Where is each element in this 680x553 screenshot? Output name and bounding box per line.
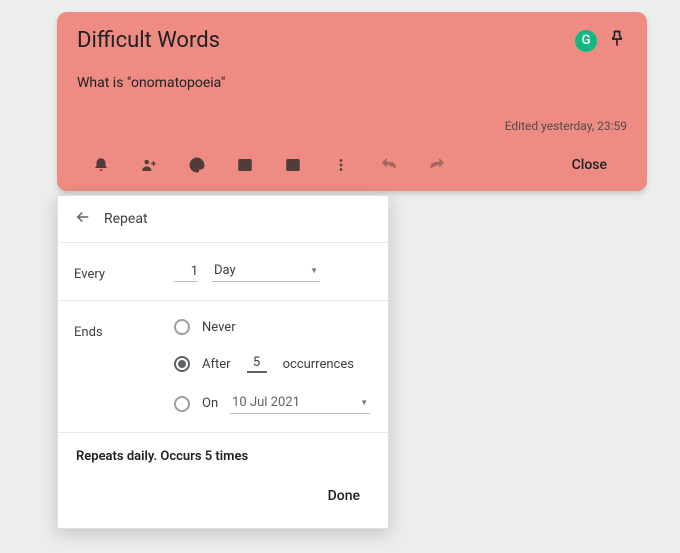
repeat-summary: Repeats daily. Occurs 5 times [58, 433, 388, 472]
every-value-input[interactable] [174, 262, 198, 282]
never-label: Never [202, 320, 236, 335]
popup-header: Repeat [58, 196, 388, 243]
edited-timestamp: Edited yesterday, 23:59 [77, 119, 627, 133]
on-date-select[interactable]: 10 Jul 2021 ▼ [230, 393, 370, 414]
ends-on-option[interactable]: On 10 Jul 2021 ▼ [174, 393, 372, 414]
ends-section: Ends Never After occurrences On 10 Jul 2… [58, 301, 388, 433]
archive-icon[interactable] [269, 147, 317, 183]
radio-after[interactable] [174, 356, 190, 372]
collaborator-icon[interactable] [125, 147, 173, 183]
note-card: Difficult Words G What is "onomatopoeia"… [57, 12, 647, 191]
after-count-input[interactable] [247, 355, 267, 373]
ends-after-option[interactable]: After occurrences [174, 355, 372, 373]
image-icon[interactable] [221, 147, 269, 183]
more-icon[interactable] [317, 147, 365, 183]
note-header: Difficult Words G [77, 28, 627, 53]
radio-never[interactable] [174, 319, 190, 335]
radio-on[interactable] [174, 396, 190, 412]
ends-never-option[interactable]: Never [174, 319, 372, 335]
after-prefix: After [202, 357, 231, 372]
every-unit-value: Day [214, 263, 236, 278]
note-body[interactable]: What is "onomatopoeia" [77, 75, 627, 91]
popup-footer: Done [58, 472, 388, 528]
done-button[interactable]: Done [318, 482, 370, 510]
every-label: Every [74, 261, 174, 282]
chevron-down-icon: ▼ [310, 266, 318, 275]
chevron-down-icon: ▼ [360, 398, 368, 407]
grammarly-badge[interactable]: G [575, 30, 597, 52]
header-icons: G [575, 29, 627, 53]
after-suffix: occurrences [283, 357, 354, 372]
undo-icon[interactable] [365, 147, 413, 183]
on-prefix: On [202, 396, 218, 411]
note-toolbar: Close [77, 147, 627, 183]
note-title[interactable]: Difficult Words [77, 28, 220, 53]
popup-title: Repeat [104, 211, 148, 227]
on-date-value: 10 Jul 2021 [232, 395, 300, 410]
pin-icon[interactable] [607, 29, 627, 53]
reminder-icon[interactable] [77, 147, 125, 183]
every-unit-select[interactable]: Day ▼ [212, 261, 320, 282]
every-section: Every Day ▼ [58, 243, 388, 301]
ends-label: Ends [74, 319, 174, 340]
palette-icon[interactable] [173, 147, 221, 183]
redo-icon[interactable] [413, 147, 461, 183]
back-arrow-icon[interactable] [74, 208, 92, 230]
close-button[interactable]: Close [552, 149, 627, 181]
repeat-popup: Repeat Every Day ▼ Ends Never After [57, 195, 389, 529]
